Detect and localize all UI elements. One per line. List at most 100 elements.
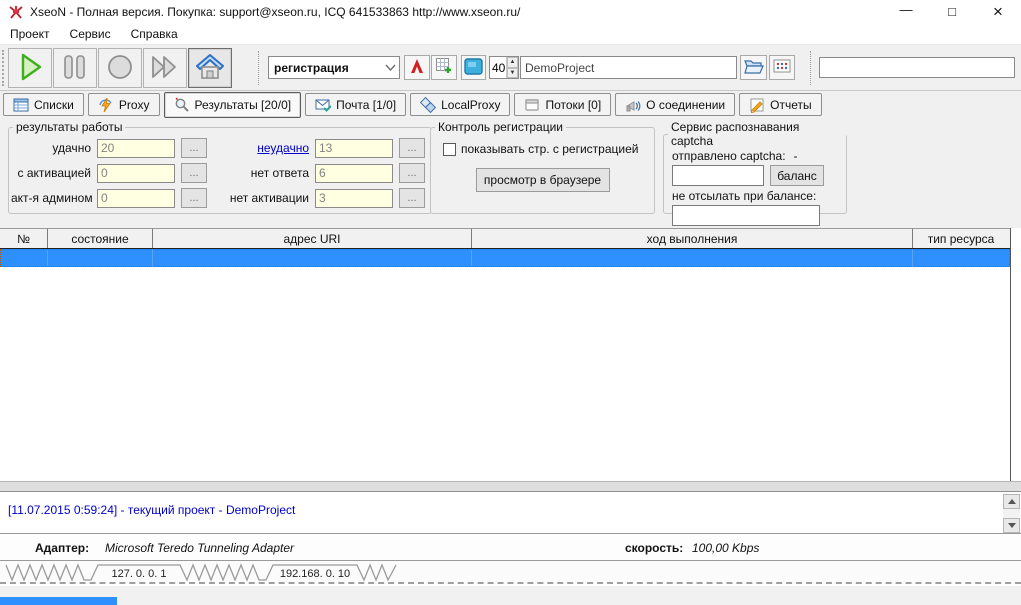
spin-up-icon[interactable]: ▲ <box>507 57 518 68</box>
tab-label: LocalProxy <box>441 98 500 112</box>
column-number[interactable]: № <box>0 229 48 248</box>
failed-more-button[interactable]: ... <box>399 138 425 158</box>
tab-connection[interactable]: О соединении <box>615 93 735 116</box>
captcha-sent-label: отправлено captcha: <box>672 149 786 163</box>
no-answer-field[interactable] <box>315 164 393 183</box>
log-scrollbar[interactable] <box>1003 494 1020 533</box>
table-body-empty[interactable] <box>0 267 1010 481</box>
log-entry: [11.07.2015 0:59:24] - текущий проект - … <box>8 503 295 517</box>
toolbar-right-input[interactable] <box>819 57 1015 78</box>
no-activation-label: нет активации <box>213 191 309 205</box>
bottom-strip <box>0 586 1021 605</box>
toolbar-separator <box>258 51 259 85</box>
list-icon <box>13 97 29 113</box>
success-more-button[interactable]: ... <box>181 138 207 158</box>
scroll-up-button[interactable] <box>1003 494 1020 509</box>
app-logo-icon <box>8 4 24 20</box>
window-title: XseoN - Полная версия. Покупка: support@… <box>30 5 520 19</box>
open-project-button[interactable] <box>740 55 767 80</box>
column-progress[interactable]: ход выполнения <box>472 229 913 248</box>
tab-proxy[interactable]: Proxy <box>88 93 160 116</box>
project-properties-button[interactable] <box>769 55 795 80</box>
forward-button[interactable] <box>143 48 187 88</box>
admin-activation-more-button[interactable]: ... <box>181 188 207 208</box>
failed-field[interactable] <box>315 139 393 158</box>
tab-label: Списки <box>34 98 74 112</box>
tab-reports[interactable]: Отчеты <box>739 93 821 116</box>
tab-localproxy[interactable]: LocalProxy <box>410 93 510 116</box>
with-activation-field[interactable] <box>97 164 175 183</box>
tab-mail[interactable]: Почта [1/0] <box>305 93 406 116</box>
no-activation-more-button[interactable]: ... <box>399 188 425 208</box>
column-resource-type[interactable]: тип ресурса <box>913 229 1009 248</box>
tab-lists[interactable]: Списки <box>3 93 84 116</box>
localproxy-icon <box>420 97 436 113</box>
tab-bar: Списки Proxy Результаты [20/0] Почта [1/… <box>0 91 1021 118</box>
column-uri[interactable]: адрес URI <box>153 229 472 248</box>
toolbar: регистрация <box>0 45 1021 91</box>
pdf-export-button[interactable] <box>404 55 430 80</box>
stop-button[interactable] <box>98 48 142 88</box>
menu-project[interactable]: Проект <box>0 24 60 44</box>
tab-label: О соединении <box>646 98 725 112</box>
ip-activity-strip: 127. 0. 0. 1 192.168. 0. 10 <box>0 561 1021 584</box>
tab-label: Результаты [20/0] <box>195 98 292 112</box>
mode-select-value: регистрация <box>269 61 381 75</box>
menu-help[interactable]: Справка <box>121 24 188 44</box>
tab-results[interactable]: Результаты [20/0] <box>164 92 302 118</box>
captcha-sent-input[interactable] <box>672 165 764 186</box>
results-panel: результаты работы удачно ... неудачно ..… <box>0 118 1021 228</box>
menu-service[interactable]: Сервис <box>60 24 121 44</box>
scroll-down-button[interactable] <box>1003 518 1020 533</box>
adapter-value: Microsoft Teredo Tunneling Adapter <box>105 541 294 555</box>
minimize-icon: — <box>900 2 913 17</box>
close-button[interactable]: × <box>975 0 1021 23</box>
properties-grid-icon <box>773 59 791 76</box>
screen-button[interactable] <box>461 55 486 80</box>
no-answer-more-button[interactable]: ... <box>399 163 425 183</box>
home-button[interactable] <box>188 48 232 88</box>
connection-icon <box>625 97 641 113</box>
table-row-selected[interactable] <box>0 249 1010 267</box>
min-balance-input[interactable] <box>672 205 820 226</box>
progress-bar-segment <box>0 597 117 605</box>
with-activation-more-button[interactable]: ... <box>181 163 207 183</box>
group-title: Контроль регистрации <box>435 120 566 134</box>
column-state[interactable]: состояние <box>48 229 153 248</box>
monitor-icon <box>464 58 483 78</box>
no-activation-field[interactable] <box>315 189 393 208</box>
work-results-group: результаты работы удачно ... неудачно ..… <box>8 120 432 214</box>
pause-icon <box>61 52 89 85</box>
report-icon <box>749 97 765 113</box>
threads-spinner[interactable]: ▲ ▼ <box>489 56 519 79</box>
balance-button[interactable]: баланс <box>770 165 824 186</box>
splitter-handle[interactable] <box>0 481 1021 492</box>
failed-link[interactable]: неудачно <box>213 141 309 155</box>
start-button[interactable] <box>8 48 52 88</box>
title-bar: XseoN - Полная версия. Покупка: support@… <box>0 0 1021 23</box>
pause-button[interactable] <box>53 48 97 88</box>
success-field[interactable] <box>97 139 175 158</box>
mail-icon <box>315 97 331 113</box>
table-header: № состояние адрес URI ход выполнения тип… <box>0 228 1010 249</box>
maximize-icon: □ <box>948 4 956 19</box>
show-registration-checkbox[interactable] <box>443 143 456 156</box>
spin-down-icon[interactable]: ▼ <box>507 68 518 79</box>
mode-select[interactable]: регистрация <box>268 56 400 79</box>
tab-threads[interactable]: Потоки [0] <box>514 93 611 116</box>
adapter-label: Адаптер: <box>35 541 89 555</box>
maximize-button[interactable]: □ <box>929 0 975 23</box>
project-name-input[interactable] <box>520 56 737 79</box>
add-grid-button[interactable] <box>431 55 457 80</box>
magnifier-icon <box>174 97 190 113</box>
toolbar-gripper[interactable] <box>2 50 5 86</box>
speed-value: 100,00 Kbps <box>692 541 759 555</box>
window-controls: — □ × <box>883 0 1021 23</box>
tab-label: Почта [1/0] <box>336 98 396 112</box>
log-pane[interactable]: [11.07.2015 0:59:24] - текущий проект - … <box>0 493 1021 534</box>
minimize-button[interactable]: — <box>883 0 929 23</box>
admin-activation-field[interactable] <box>97 189 175 208</box>
threads-spinner-input[interactable] <box>490 57 506 78</box>
grid-add-icon <box>435 57 453 78</box>
view-in-browser-button[interactable]: просмотр в браузере <box>476 168 610 192</box>
